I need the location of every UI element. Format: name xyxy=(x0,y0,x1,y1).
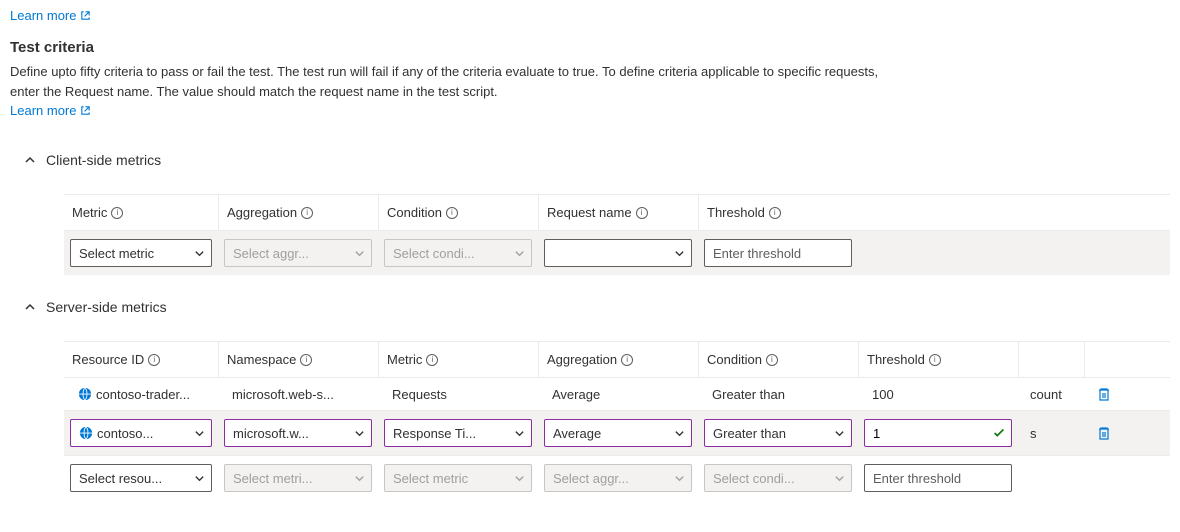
link-label: Learn more xyxy=(10,8,76,23)
unit-cell: count xyxy=(1030,387,1062,402)
condition-dropdown: Select condi... xyxy=(384,239,532,267)
chevron-down-icon xyxy=(354,473,365,484)
info-icon[interactable]: i xyxy=(301,207,313,219)
chevron-down-icon xyxy=(674,473,685,484)
chevron-down-icon xyxy=(194,473,205,484)
threshold-input[interactable] xyxy=(864,419,1012,447)
server-side-metrics-toggle[interactable]: Server-side metrics xyxy=(24,295,1170,319)
request-name-dropdown[interactable] xyxy=(544,239,692,267)
namespace-dropdown[interactable]: microsoft.w... xyxy=(224,419,372,447)
header-aggregation: Aggregationi xyxy=(538,342,698,377)
resource-id-dropdown[interactable]: Select resou... xyxy=(70,464,212,492)
resource-id-cell: contoso-trader... xyxy=(70,387,212,402)
condition-cell: Greater than xyxy=(704,387,852,402)
header-aggregation: Aggregationi xyxy=(218,195,378,230)
chevron-down-icon xyxy=(514,248,525,259)
server-row: contoso-trader... microsoft.web-s... Req… xyxy=(64,377,1170,410)
info-icon[interactable]: i xyxy=(766,354,778,366)
chevron-down-icon xyxy=(674,248,685,259)
header-resource-id: Resource IDi xyxy=(64,342,218,377)
server-header-row: Resource IDi Namespacei Metrici Aggregat… xyxy=(64,341,1170,377)
aggregation-dropdown: Select aggr... xyxy=(224,239,372,267)
metric-dropdown[interactable]: Response Ti... xyxy=(384,419,532,447)
chevron-up-icon xyxy=(24,301,36,313)
info-icon[interactable]: i xyxy=(111,207,123,219)
external-link-icon xyxy=(80,105,91,116)
client-new-row: Select metric Select aggr... Select cond… xyxy=(64,230,1170,275)
header-metric: Metrici xyxy=(378,342,538,377)
chevron-down-icon xyxy=(674,428,685,439)
chevron-down-icon xyxy=(194,248,205,259)
globe-icon xyxy=(79,426,93,440)
resource-id-dropdown[interactable]: contoso... xyxy=(70,419,212,447)
accordion-title: Client-side metrics xyxy=(46,152,161,168)
client-side-metrics-toggle[interactable]: Client-side metrics xyxy=(24,148,1170,172)
chevron-up-icon xyxy=(24,154,36,166)
chevron-down-icon xyxy=(354,248,365,259)
header-request-name: Request namei xyxy=(538,195,698,230)
threshold-input[interactable] xyxy=(864,464,1012,492)
metric-cell: Requests xyxy=(384,387,532,402)
chevron-down-icon xyxy=(514,428,525,439)
metric-dropdown: Select metric xyxy=(384,464,532,492)
check-icon xyxy=(992,426,1006,440)
info-icon[interactable]: i xyxy=(621,354,633,366)
header-unit xyxy=(1018,342,1084,377)
header-threshold: Thresholdi xyxy=(858,342,1018,377)
external-link-icon xyxy=(80,10,91,21)
aggregation-cell: Average xyxy=(544,387,692,402)
header-namespace: Namespacei xyxy=(218,342,378,377)
chevron-down-icon xyxy=(194,428,205,439)
info-icon[interactable]: i xyxy=(769,207,781,219)
chevron-down-icon xyxy=(834,428,845,439)
client-header-row: Metrici Aggregationi Conditioni Request … xyxy=(64,194,1170,230)
unit-cell: s xyxy=(1030,426,1037,441)
chevron-down-icon xyxy=(354,428,365,439)
server-row-active: contoso... microsoft.w... Response Ti... xyxy=(64,410,1170,455)
info-icon[interactable]: i xyxy=(929,354,941,366)
namespace-dropdown: Select metri... xyxy=(224,464,372,492)
header-actions xyxy=(1084,342,1124,377)
test-criteria-description: Define upto fifty criteria to pass or fa… xyxy=(10,62,890,101)
condition-dropdown: Select condi... xyxy=(704,464,852,492)
learn-more-link-criteria[interactable]: Learn more xyxy=(10,103,91,118)
chevron-down-icon xyxy=(834,473,845,484)
accordion-title: Server-side metrics xyxy=(46,299,167,315)
metric-dropdown[interactable]: Select metric xyxy=(70,239,212,267)
globe-icon xyxy=(78,387,92,401)
info-icon[interactable]: i xyxy=(300,354,312,366)
threshold-cell: 100 xyxy=(864,387,1012,402)
header-condition: Conditioni xyxy=(378,195,538,230)
delete-icon[interactable] xyxy=(1096,425,1112,441)
learn-more-link-top[interactable]: Learn more xyxy=(10,8,91,23)
header-metric: Metrici xyxy=(64,195,218,230)
info-icon[interactable]: i xyxy=(148,354,160,366)
info-icon[interactable]: i xyxy=(446,207,458,219)
threshold-input[interactable] xyxy=(704,239,852,267)
delete-icon[interactable] xyxy=(1096,386,1112,402)
server-new-row: Select resou... Select metri... Select m… xyxy=(64,455,1170,500)
chevron-down-icon xyxy=(514,473,525,484)
test-criteria-heading: Test criteria xyxy=(10,39,1170,56)
condition-dropdown[interactable]: Greater than xyxy=(704,419,852,447)
info-icon[interactable]: i xyxy=(426,354,438,366)
link-label: Learn more xyxy=(10,103,76,118)
aggregation-dropdown[interactable]: Average xyxy=(544,419,692,447)
namespace-cell: microsoft.web-s... xyxy=(224,387,372,402)
info-icon[interactable]: i xyxy=(636,207,648,219)
header-condition: Conditioni xyxy=(698,342,858,377)
aggregation-dropdown: Select aggr... xyxy=(544,464,692,492)
header-threshold: Thresholdi xyxy=(698,195,858,230)
